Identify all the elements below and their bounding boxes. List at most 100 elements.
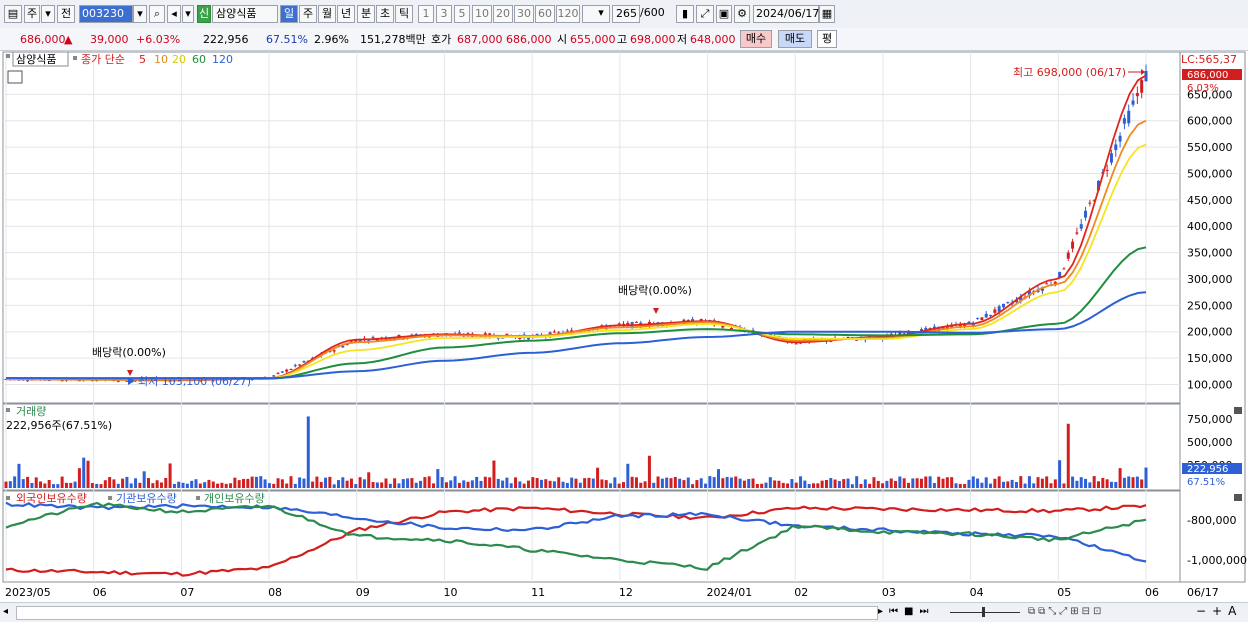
panel-close-icon[interactable] — [1234, 494, 1242, 501]
period-select[interactable]: 주 — [24, 5, 40, 23]
volume-bar — [863, 479, 867, 488]
volume-bar — [889, 478, 893, 488]
volume-bar — [82, 457, 86, 488]
volume-bar — [673, 476, 677, 488]
volume-bar — [850, 484, 854, 488]
volume-bar — [419, 480, 423, 488]
count-input[interactable]: 265 — [612, 5, 640, 23]
volume-bar — [807, 483, 811, 488]
stock-name-display[interactable]: 삼양식품 — [212, 5, 278, 23]
volume-bar — [375, 482, 379, 488]
volume-bar — [172, 483, 176, 488]
volume-bar — [95, 483, 99, 488]
view-tools-icon[interactable]: ⧉⧉⤡⤢⊞⊟⊡ — [1028, 605, 1104, 619]
tab-minute[interactable]: 분 — [357, 5, 375, 23]
current-pct-tag: 6.03% — [1187, 83, 1219, 94]
volume-summary: 222,956주(67.51%) — [6, 419, 112, 432]
holdings-y-tick-label: -800,000 — [1187, 514, 1236, 527]
volume-bar — [578, 482, 582, 488]
stock-code-input[interactable]: 003230 — [79, 5, 133, 23]
date-input[interactable]: 2024/06/17 — [753, 5, 819, 23]
interval-10[interactable]: 10 — [472, 5, 492, 23]
x-tick-label: 2023/05 — [5, 586, 51, 599]
calculator-icon[interactable] — [7, 70, 23, 84]
chart-area: 650,000 600,000 550,000 500,000 450,000 400,0… — [0, 50, 1248, 603]
candle-body — [552, 331, 556, 333]
scroll-track[interactable] — [16, 606, 878, 620]
tab-tick[interactable]: 틱 — [395, 5, 413, 23]
tab-yearly[interactable]: 년 — [337, 5, 355, 23]
interval-5[interactable]: 5 — [454, 5, 470, 23]
tab-second[interactable]: 초 — [376, 5, 394, 23]
candle-body — [1075, 232, 1079, 234]
volume-bar — [1023, 483, 1027, 488]
ma-120-label: 120 — [212, 53, 233, 66]
stock-chart[interactable]: 650,000600,000550,000500,000450,000400,0… — [0, 50, 1248, 603]
ma-60-label: 60 — [192, 53, 206, 66]
volume-bar — [954, 483, 958, 488]
volume-bar — [324, 477, 328, 488]
volume-bar — [738, 478, 742, 488]
search-icon[interactable]: ⌕ — [149, 5, 165, 23]
tab-monthly[interactable]: 월 — [318, 5, 336, 23]
volume-bar — [254, 476, 258, 488]
candle-icon[interactable]: ▮ — [676, 5, 694, 23]
chart-scrollbar[interactable]: ◂ ▸⏮■⏭ ⧉⧉⤡⤢⊞⊟⊡ −+A — [0, 602, 1248, 622]
volume-bar — [932, 483, 936, 488]
volume-bar — [1053, 479, 1057, 488]
x-tick-label: 05 — [1057, 586, 1071, 599]
buy-button[interactable]: 매수 — [740, 30, 772, 48]
evaluate-button[interactable]: 평 — [817, 30, 837, 48]
volume-bar — [630, 476, 634, 488]
gear-icon[interactable]: ⚙ — [734, 5, 750, 23]
calendar-icon[interactable]: ▦ — [819, 5, 835, 23]
scroll-left-icon[interactable]: ◂ — [3, 605, 13, 619]
lc-label: LC:565,37 — [1181, 53, 1237, 66]
candle-body — [298, 364, 302, 366]
code-dropdown-icon[interactable]: ▾ — [133, 5, 147, 23]
volume-bar — [725, 476, 729, 488]
tab-weekly[interactable]: 주 — [299, 5, 317, 23]
sell-button[interactable]: 매도 — [778, 30, 812, 48]
chevron-down-icon[interactable]: ▾ — [41, 5, 55, 23]
prev-button[interactable]: 전 — [57, 5, 75, 23]
ma-20-label: 20 — [172, 53, 186, 66]
volume-bar — [665, 477, 669, 488]
volume-title: 거래량 — [16, 405, 46, 418]
volume-bar — [937, 476, 941, 488]
save-icon[interactable]: ▣ — [716, 5, 732, 23]
volume-bar — [138, 482, 142, 488]
volume-bar — [427, 476, 431, 488]
interval-30[interactable]: 30 — [514, 5, 534, 23]
high-annotation: 최고 698,000 (06/17) — [1013, 66, 1126, 79]
tab-daily[interactable]: 일 — [280, 5, 298, 23]
draw-tool-icon[interactable]: ⤢ — [696, 5, 714, 23]
zoom-buttons-icon[interactable]: −+A — [1196, 604, 1242, 618]
speaker-icon[interactable]: ◂ — [167, 5, 181, 23]
interval-1[interactable]: 1 — [418, 5, 434, 23]
volume-bar — [470, 480, 474, 488]
zoom-slider-handle[interactable] — [982, 607, 985, 617]
volume-bar — [388, 483, 392, 488]
interval-3[interactable]: 3 — [436, 5, 452, 23]
volume-bar — [1045, 476, 1049, 488]
volume-bar — [121, 478, 125, 488]
volume-bar — [833, 479, 837, 488]
speaker-dropdown-icon[interactable]: ▾ — [182, 5, 194, 23]
volume-bar — [786, 483, 790, 488]
interval-dropdown-icon[interactable]: ▾ — [594, 5, 608, 23]
volume-bar — [989, 483, 993, 488]
candle-body — [276, 372, 280, 374]
volume-bar — [185, 483, 189, 488]
zoom-slider[interactable] — [950, 612, 1020, 613]
volume-bar — [626, 463, 630, 488]
layout-icon[interactable]: ▤ — [4, 5, 22, 23]
interval-120[interactable]: 120 — [556, 5, 580, 23]
volume-bar — [207, 479, 211, 488]
x-tick-label: 08 — [268, 586, 282, 599]
interval-20[interactable]: 20 — [493, 5, 513, 23]
volume-bar — [34, 477, 38, 488]
panel-close-icon[interactable] — [1234, 407, 1242, 414]
playback-controls-icon[interactable]: ▸⏮■⏭ — [878, 605, 934, 619]
interval-60[interactable]: 60 — [535, 5, 555, 23]
